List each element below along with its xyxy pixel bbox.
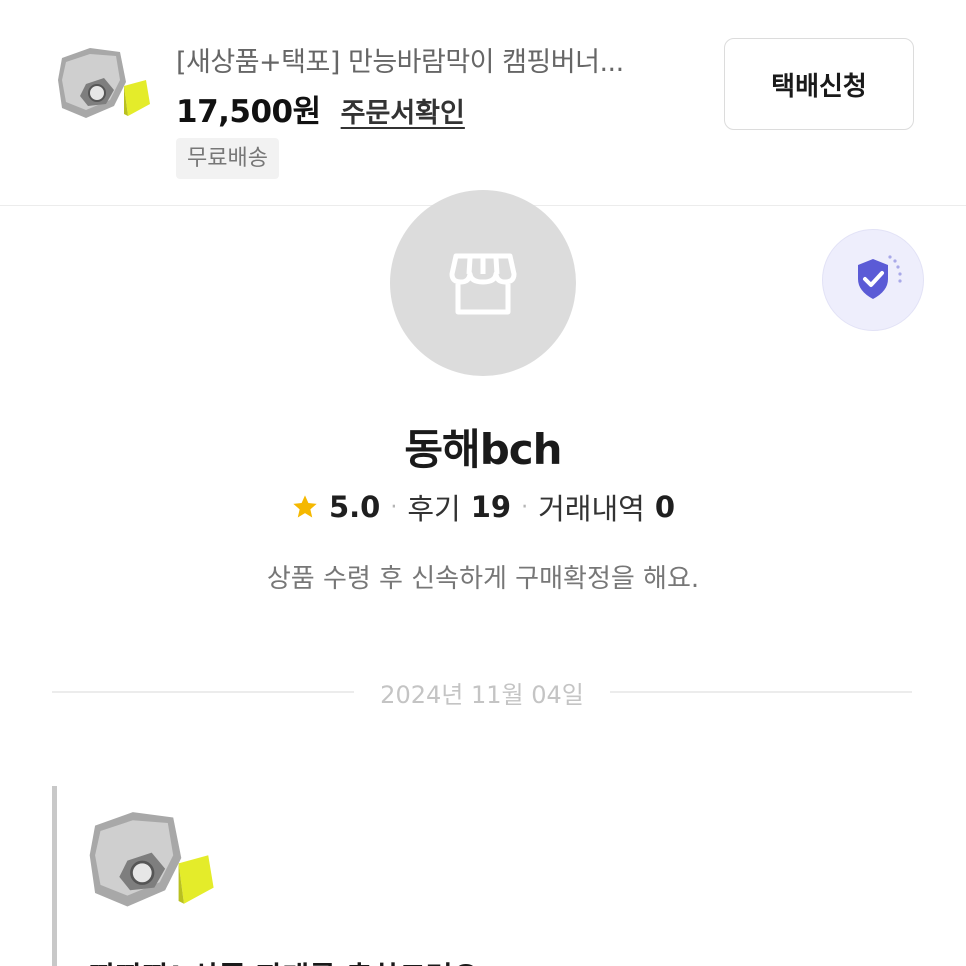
store-avatar[interactable] bbox=[390, 190, 576, 376]
chat-page: [새상품+택포] 만능바람막이 캠핑버너... 17,500원 주문서확인 무료… bbox=[0, 0, 966, 966]
store-name: 동해bch bbox=[404, 425, 562, 474]
divider-line bbox=[52, 691, 355, 693]
store-icon bbox=[449, 253, 517, 315]
price-row: 17,500원 주문서확인 bbox=[176, 86, 465, 131]
chat-date: 2024년 11월 04일 bbox=[380, 680, 584, 709]
separator-dot: · bbox=[390, 494, 398, 520]
product-thumbnail[interactable] bbox=[56, 44, 154, 126]
message-text: 짜짜짜! 상품 판매를 축하드려요. bbox=[89, 954, 490, 966]
product-title: [새상품+택포] 만능바람막이 캠핑버너... bbox=[176, 47, 624, 78]
date-divider: 2024년 11월 04일 bbox=[52, 670, 912, 714]
trade-history-label: 거래내역 bbox=[538, 492, 645, 526]
store-stats: 5.0 · 후기 19 · 거래내역 0 bbox=[0, 486, 966, 528]
shield-check-icon bbox=[858, 255, 902, 299]
separator-dot: · bbox=[521, 494, 529, 520]
store-rating: 5.0 bbox=[328, 490, 381, 524]
product-header: [새상품+택포] 만능바람막이 캠핑버너... 17,500원 주문서확인 무료… bbox=[0, 0, 966, 206]
sale-message: 짜짜짜! 상품 판매를 축하드려요. bbox=[52, 786, 912, 966]
divider-line bbox=[609, 691, 912, 693]
review-label: 후기 bbox=[407, 492, 461, 526]
free-shipping-badge: 무료배송 bbox=[176, 138, 279, 179]
delivery-request-button[interactable]: 택배신청 bbox=[724, 38, 914, 130]
review-count[interactable]: 19 bbox=[471, 490, 511, 524]
order-confirm-link[interactable]: 주문서확인 bbox=[341, 91, 465, 130]
product-price: 17,500원 bbox=[176, 94, 321, 130]
verified-seller-badge[interactable] bbox=[822, 229, 924, 331]
trade-history-count[interactable]: 0 bbox=[655, 490, 675, 524]
message-product-image[interactable] bbox=[87, 806, 219, 918]
star-icon bbox=[291, 493, 319, 521]
store-intro: 상품 수령 후 신속하게 구매확정을 해요. bbox=[266, 564, 700, 594]
